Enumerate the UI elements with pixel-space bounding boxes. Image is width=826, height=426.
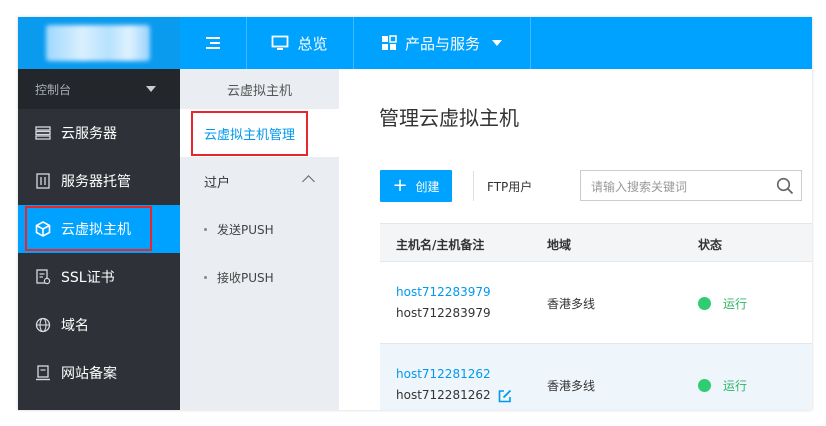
list-icon [206, 37, 220, 49]
subnav-item-virtual-host-manage[interactable]: 云虚拟主机管理 [180, 109, 339, 157]
console-label: 控制台 [35, 82, 72, 97]
caret-down-icon [146, 86, 156, 92]
host-note: host712281262 [396, 388, 491, 402]
status-label: 运行 [723, 379, 748, 393]
subnav-group-transfer[interactable]: 过户 [180, 157, 339, 205]
edit-note-icon[interactable] [498, 389, 512, 403]
sidebar-item-label: 云虚拟主机 [61, 222, 131, 238]
table-row: host712281262 host712281262 香港多线 运行 [380, 344, 812, 410]
sidebar-item-label: 域名 [61, 318, 89, 334]
overview-button[interactable]: 总览 [246, 17, 353, 69]
sub-navigation: 云虚拟主机 云虚拟主机管理 过户 发送PUSH 接收PUSH [180, 69, 339, 410]
search-icon[interactable] [775, 176, 795, 196]
subnav-item-label: 接收PUSH [217, 270, 274, 285]
grid-icon [381, 35, 397, 50]
monitor-icon [272, 35, 289, 50]
logo[interactable] [18, 17, 180, 69]
subnav-item-receive-push[interactable]: 接收PUSH [180, 253, 339, 301]
status-badge: 运行 [698, 295, 747, 312]
column-header-status: 状态 [698, 238, 723, 252]
sidebar-item-ssl-cert[interactable]: SSL证书 [18, 253, 180, 301]
table-row: host712283979 host712283979 香港多线 运行 [380, 262, 812, 344]
sidebar-item-cloud-server[interactable]: 云服务器 [18, 109, 180, 157]
overview-label: 总览 [297, 34, 328, 53]
server-list-icon [35, 125, 51, 141]
host-note: host712283979 [396, 306, 491, 320]
create-button[interactable]: + 创建 [380, 170, 452, 202]
chevron-up-icon [302, 175, 315, 188]
status-dot-icon [698, 379, 711, 392]
ssl-cert-icon [35, 269, 51, 285]
sidebar-item-label: 云服务器 [61, 126, 117, 142]
search-input[interactable] [581, 171, 773, 202]
create-label: 创建 [415, 179, 440, 194]
main-content: 管理云虚拟主机 + 创建 FTP用户 主机名/主机备注 地域 状态 host71… [339, 69, 812, 410]
host-name-link[interactable]: host712283979 [396, 285, 491, 299]
column-header-host: 主机名/主机备注 [396, 238, 485, 252]
subnav-item-label: 发送PUSH [217, 222, 274, 237]
host-name-link[interactable]: host712281262 [396, 367, 491, 381]
caret-down-icon [492, 40, 502, 46]
column-header-region: 地域 [547, 238, 572, 252]
cube-icon [35, 221, 51, 237]
sidebar-item-server-hosting[interactable]: 服务器托管 [18, 157, 180, 205]
search-box [580, 170, 802, 202]
status-dot-icon [698, 297, 711, 310]
status-label: 运行 [723, 297, 748, 311]
top-navigation-bar: 总览 产品与服务 [18, 17, 812, 69]
table-header: 主机名/主机备注 地域 状态 [380, 223, 812, 262]
server-hosting-icon [35, 173, 51, 189]
plus-icon: + [392, 175, 408, 196]
status-badge: 运行 [698, 377, 747, 394]
subnav-item-send-push[interactable]: 发送PUSH [180, 205, 339, 253]
main-sidebar: 控制台 云服务器 服务器托管 云虚拟主机 SSL证书 域名 网站备案 [18, 69, 180, 410]
record-icon [35, 365, 51, 381]
ftp-user-link[interactable]: FTP用户 [487, 178, 532, 195]
menu-toggle-button[interactable] [180, 17, 246, 69]
bullet-icon [204, 227, 207, 231]
sidebar-item-label: 网站备案 [61, 366, 117, 382]
products-menu-button[interactable]: 产品与服务 [353, 17, 530, 69]
globe-icon [35, 317, 51, 333]
app-window: 总览 产品与服务 控制台 云服务器 服务器托管 云虚拟主机 SSL证书 域名 网… [18, 17, 812, 410]
subnav-item-label: 云虚拟主机管理 [204, 127, 296, 143]
sidebar-item-virtual-host[interactable]: 云虚拟主机 [18, 205, 180, 253]
region-value: 香港多线 [547, 297, 596, 311]
page-title: 管理云虚拟主机 [379, 106, 519, 130]
sidebar-item-domain[interactable]: 域名 [18, 301, 180, 349]
subnav-group-label: 过户 [204, 175, 231, 191]
sidebar-item-icp-record[interactable]: 网站备案 [18, 349, 180, 397]
console-dropdown[interactable]: 控制台 [18, 69, 180, 109]
products-label: 产品与服务 [404, 34, 480, 53]
region-value: 香港多线 [547, 379, 596, 393]
sidebar-item-label: SSL证书 [61, 270, 115, 286]
divider [530, 17, 531, 69]
blurred-logo-image [46, 25, 150, 61]
divider [473, 171, 474, 201]
bullet-icon [204, 275, 207, 279]
sidebar-item-label: 服务器托管 [61, 174, 131, 190]
subnav-title: 云虚拟主机 [226, 83, 292, 99]
